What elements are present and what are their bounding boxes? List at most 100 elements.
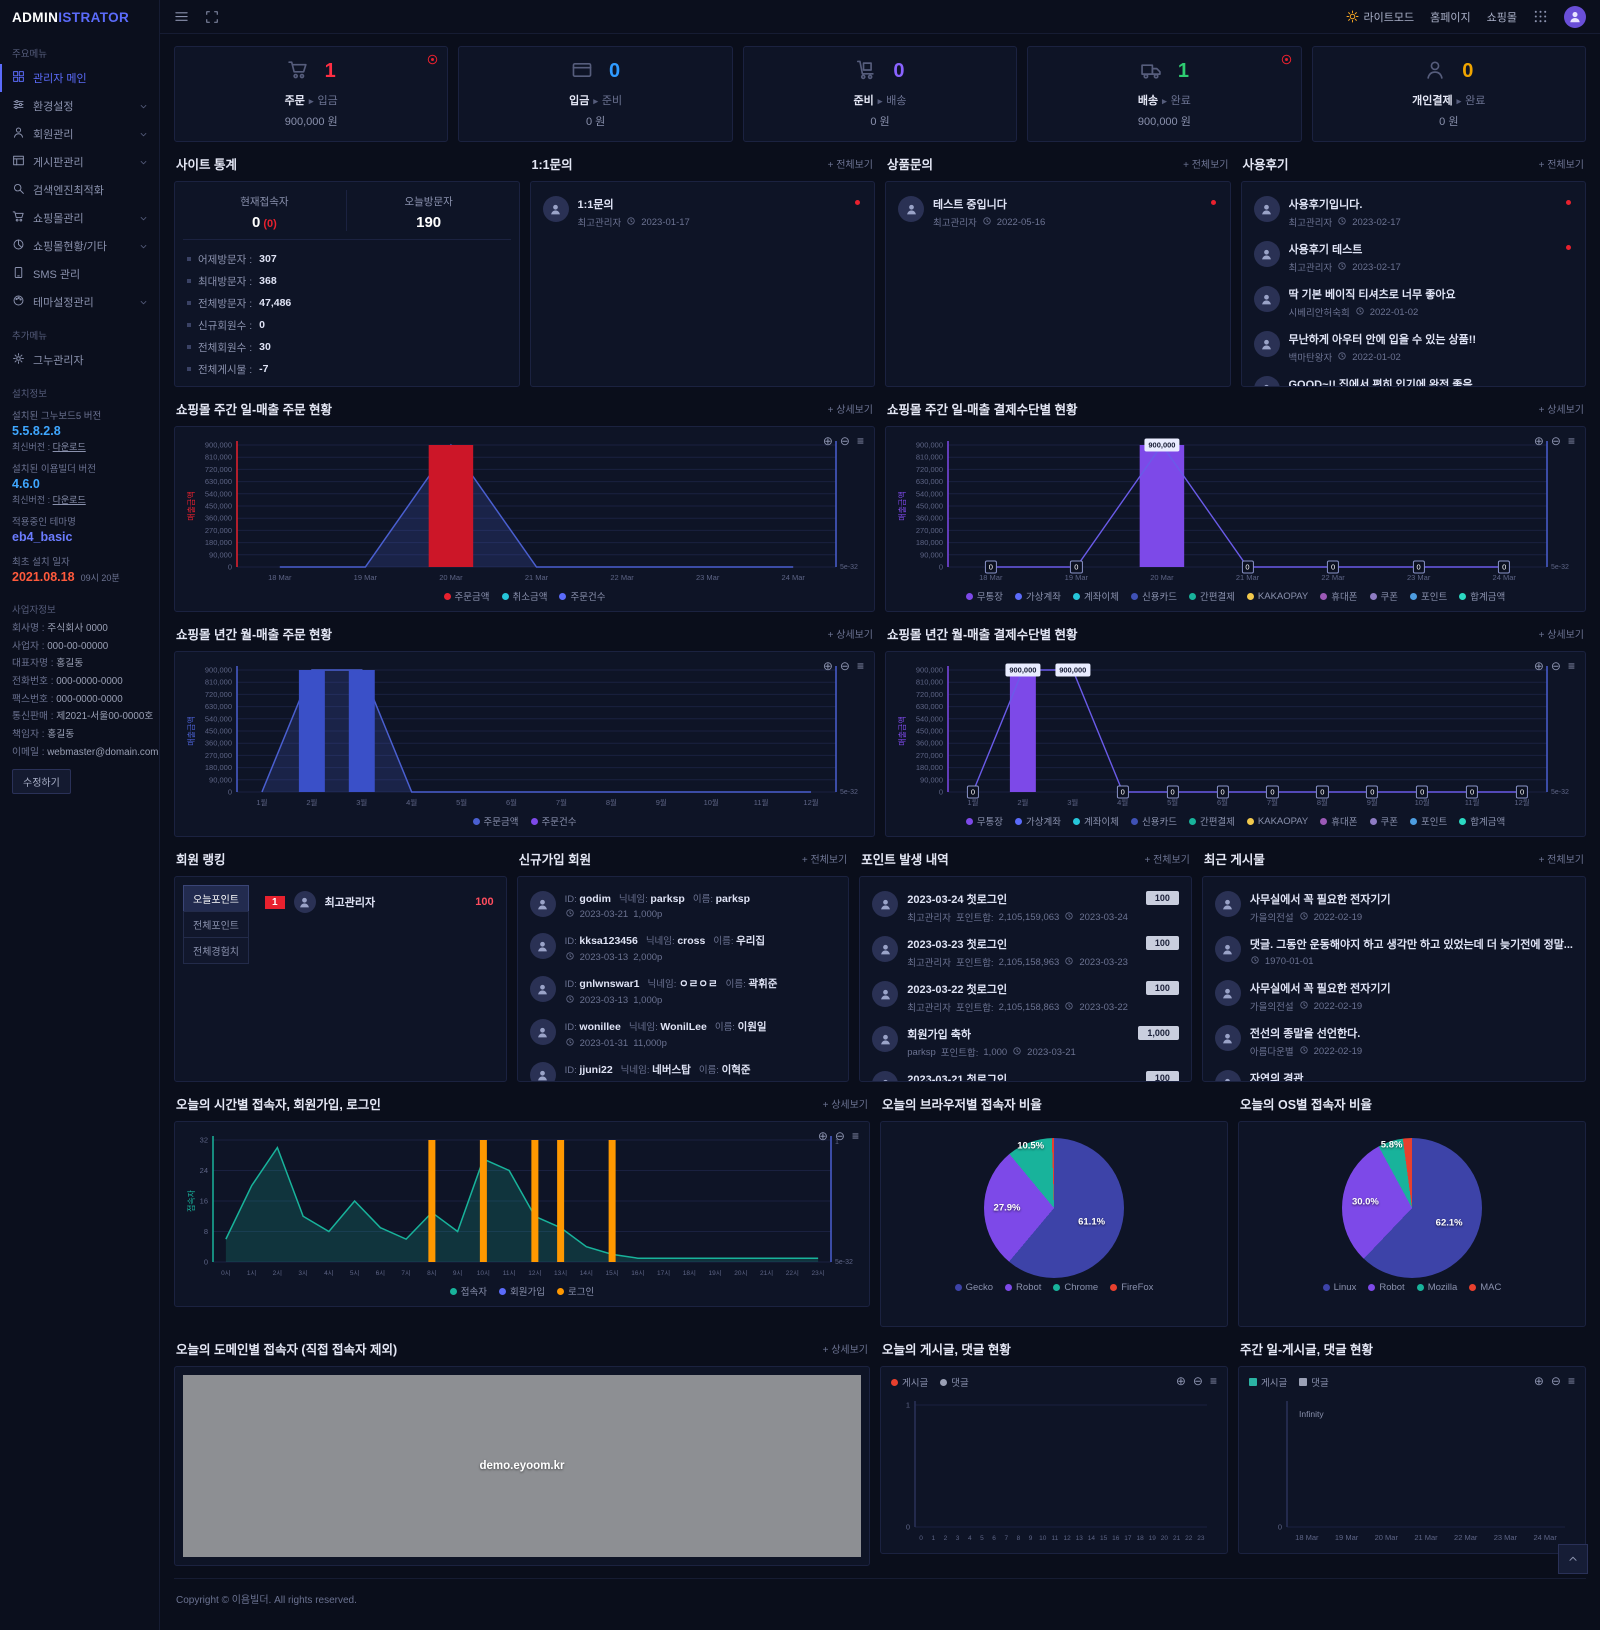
legend-item[interactable]: 무통장 xyxy=(966,589,1003,603)
chart-menu-icon[interactable]: ≡ xyxy=(1568,435,1575,447)
legend-item[interactable]: 주문금액 xyxy=(473,814,519,828)
legend-item[interactable]: 주문건수 xyxy=(559,589,605,603)
legend-item[interactable]: Robot xyxy=(1005,1282,1041,1293)
sidebar-item-seo[interactable]: 검색엔진최적화 xyxy=(0,176,159,204)
yearly-order-more-link[interactable]: + 상세보기 xyxy=(828,626,873,641)
new-members-more-link[interactable]: + 전체보기 xyxy=(802,851,847,866)
legend-item[interactable]: 가상계좌 xyxy=(1015,589,1061,603)
list-item[interactable]: 딱 기본 베이직 티셔츠로 너무 좋아요시베리안허숙희2022-01-02 xyxy=(1250,280,1578,325)
legend-item[interactable]: 계좌이체 xyxy=(1073,589,1119,603)
zoom-in-icon[interactable]: ⊕ xyxy=(818,1130,828,1142)
qna-more-link[interactable]: + 전체보기 xyxy=(828,156,873,171)
stat-card-deposit-ready[interactable]: 0입금▸준비0 원 xyxy=(458,46,732,142)
list-item[interactable]: 테스트 중입니다최고관리자2022-05-16 xyxy=(894,190,1222,235)
zoom-in-icon[interactable]: ⊕ xyxy=(823,435,833,447)
zoom-in-icon[interactable]: ⊕ xyxy=(823,660,833,672)
legend-item[interactable]: 취소금액 xyxy=(502,589,548,603)
sidebar-item-gnu-admin[interactable]: 그누관리자 xyxy=(0,346,159,374)
legend-item[interactable]: 합계금액 xyxy=(1459,589,1505,603)
points-more-link[interactable]: + 전체보기 xyxy=(1144,851,1189,866)
zoom-out-icon[interactable]: ⊖ xyxy=(835,1130,845,1142)
weekly-order-more-link[interactable]: + 상세보기 xyxy=(828,401,873,416)
ranking-tab[interactable]: 전체경험치 xyxy=(183,937,249,964)
list-item[interactable]: ID: kksa123456닉네임: cross이름: 우리집2023-03-1… xyxy=(526,927,841,970)
legend-item[interactable]: 포인트 xyxy=(1410,589,1447,603)
legend-item[interactable]: Gecko xyxy=(955,1282,993,1293)
list-item[interactable]: 자연의 경관안돌리나폴리나2022-02-19 xyxy=(1211,1064,1577,1082)
sidebar-item-shop-status[interactable]: 쇼핑몰현황/기타 xyxy=(0,232,159,260)
apps-grid-icon[interactable] xyxy=(1533,9,1548,24)
chart-menu-icon[interactable]: ≡ xyxy=(857,435,864,447)
legend-item[interactable]: MAC xyxy=(1469,1282,1501,1293)
hourly-visitors-more-link[interactable]: + 상세보기 xyxy=(823,1096,868,1111)
chart-menu-icon[interactable]: ≡ xyxy=(852,1130,859,1142)
product-qna-more-link[interactable]: + 전체보기 xyxy=(1183,156,1228,171)
legend-item[interactable]: 신용카드 xyxy=(1131,589,1177,603)
legend-item[interactable]: Linux xyxy=(1323,1282,1357,1293)
zoom-in-icon[interactable]: ⊕ xyxy=(1534,1375,1544,1387)
legend-item[interactable]: Robot xyxy=(1368,1282,1404,1293)
legend-item[interactable]: 로그인 xyxy=(557,1284,594,1298)
reviews-more-link[interactable]: + 전체보기 xyxy=(1539,156,1584,171)
stat-card-personal-pay[interactable]: 0개인결제▸완료0 원 xyxy=(1312,46,1586,142)
legend-item[interactable]: 포인트 xyxy=(1410,814,1447,828)
ranking-tab[interactable]: 오늘포인트 xyxy=(183,885,249,912)
ranking-tab[interactable]: 전체포인트 xyxy=(183,911,249,938)
domain-treemap[interactable]: demo.eyoom.kr xyxy=(183,1375,861,1557)
hamburger-icon[interactable] xyxy=(174,9,189,24)
topbar-link-shop[interactable]: 쇼핑몰 xyxy=(1487,9,1517,25)
legend-item[interactable]: 간편결제 xyxy=(1189,814,1235,828)
list-item[interactable]: ID: jjuni22닉네임: 네버스탑이름: 이혁준2023-01-091,0… xyxy=(526,1056,841,1082)
list-item[interactable]: 1:1문의최고관리자2023-01-17 xyxy=(539,190,867,235)
list-item[interactable]: 2023-03-23 첫로그인최고관리자포인트합:2,105,158,96320… xyxy=(868,930,1183,975)
legend-item[interactable]: 계좌이체 xyxy=(1073,814,1119,828)
list-item[interactable]: 2023-03-21 첫로그인최고관리자포인트합:2,105,158,76320… xyxy=(868,1065,1183,1082)
domain-visitors-more-link[interactable]: + 상세보기 xyxy=(823,1341,868,1356)
zoom-in-icon[interactable]: ⊕ xyxy=(1534,660,1544,672)
edit-business-button[interactable]: 수정하기 xyxy=(12,769,71,794)
yearly-payment-more-link[interactable]: + 상세보기 xyxy=(1539,626,1584,641)
sidebar-item-config[interactable]: 환경설정 xyxy=(0,92,159,120)
zoom-out-icon[interactable]: ⊖ xyxy=(1551,1375,1561,1387)
sidebar-item-sms[interactable]: SMS 관리 xyxy=(0,260,159,288)
sidebar-item-theme[interactable]: 테마설정관리 xyxy=(0,288,159,316)
download-link[interactable]: 다운로드 xyxy=(53,442,86,452)
list-item[interactable]: ID: gnlwnswar1닉네임: ㅇㄹㅇㄹ이름: 곽휘준2023-03-13… xyxy=(526,970,841,1013)
ranking-item[interactable]: 1최고관리자100 xyxy=(261,885,498,919)
sidebar-item-admin-main[interactable]: 관리자 메인 xyxy=(0,64,159,92)
sidebar-item-boards[interactable]: 게시판관리 xyxy=(0,148,159,176)
zoom-out-icon[interactable]: ⊖ xyxy=(1193,1375,1203,1387)
legend-item[interactable]: 간편결제 xyxy=(1189,589,1235,603)
legend-item[interactable]: 무통장 xyxy=(966,814,1003,828)
list-item[interactable]: 무난하게 아우터 안에 입을 수 있는 상품!!백마탄왕자2022-01-02 xyxy=(1250,325,1578,370)
chart-menu-icon[interactable]: ≡ xyxy=(1568,1375,1575,1387)
chart-menu-icon[interactable]: ≡ xyxy=(1210,1375,1217,1387)
topbar-link-light-mode[interactable]: 라이트모드 xyxy=(1346,9,1415,25)
zoom-in-icon[interactable]: ⊕ xyxy=(1534,435,1544,447)
legend-item[interactable]: 댓글 xyxy=(1299,1375,1328,1389)
zoom-out-icon[interactable]: ⊖ xyxy=(840,435,850,447)
legend-item[interactable]: KAKAOPAY xyxy=(1247,589,1308,603)
topbar-link-homepage[interactable]: 홈페이지 xyxy=(1430,9,1470,25)
legend-item[interactable]: Mozilla xyxy=(1417,1282,1458,1293)
legend-item[interactable]: 쿠폰 xyxy=(1370,814,1398,828)
list-item[interactable]: ID: wonillee닉네임: WonilLee이름: 이원일2023-01-… xyxy=(526,1013,841,1056)
zoom-out-icon[interactable]: ⊖ xyxy=(1551,660,1561,672)
legend-item[interactable]: 주문건수 xyxy=(531,814,577,828)
list-item[interactable]: 사무실에서 꼭 필요한 전자기기가을의전설2022-02-19 xyxy=(1211,974,1577,1019)
legend-item[interactable]: FireFox xyxy=(1110,1282,1153,1293)
legend-item[interactable]: 합계금액 xyxy=(1459,814,1505,828)
legend-item[interactable]: 휴대폰 xyxy=(1320,589,1357,603)
list-item[interactable]: 회원가입 축하parksp포인트합:1,0002023-03-211,000 xyxy=(868,1020,1183,1065)
sidebar-item-shop-admin[interactable]: 쇼핑몰관리 xyxy=(0,204,159,232)
stat-card-order-deposit[interactable]: 1주문▸입금900,000 원 xyxy=(174,46,448,142)
list-item[interactable]: 전선의 종말을 선언한다.아름다운별2022-02-19 xyxy=(1211,1019,1577,1064)
list-item[interactable]: 2023-03-24 첫로그인최고관리자포인트합:2,105,159,06320… xyxy=(868,885,1183,930)
weekly-payment-more-link[interactable]: + 상세보기 xyxy=(1539,401,1584,416)
recent-posts-more-link[interactable]: + 전체보기 xyxy=(1539,851,1584,866)
list-item[interactable]: 사용후기입니다.최고관리자2023-02-17 xyxy=(1250,190,1578,235)
legend-item[interactable]: 주문금액 xyxy=(444,589,490,603)
legend-item[interactable]: Chrome xyxy=(1053,1282,1098,1293)
legend-item[interactable]: 게시글 xyxy=(891,1375,928,1389)
legend-item[interactable]: 신용카드 xyxy=(1131,814,1177,828)
